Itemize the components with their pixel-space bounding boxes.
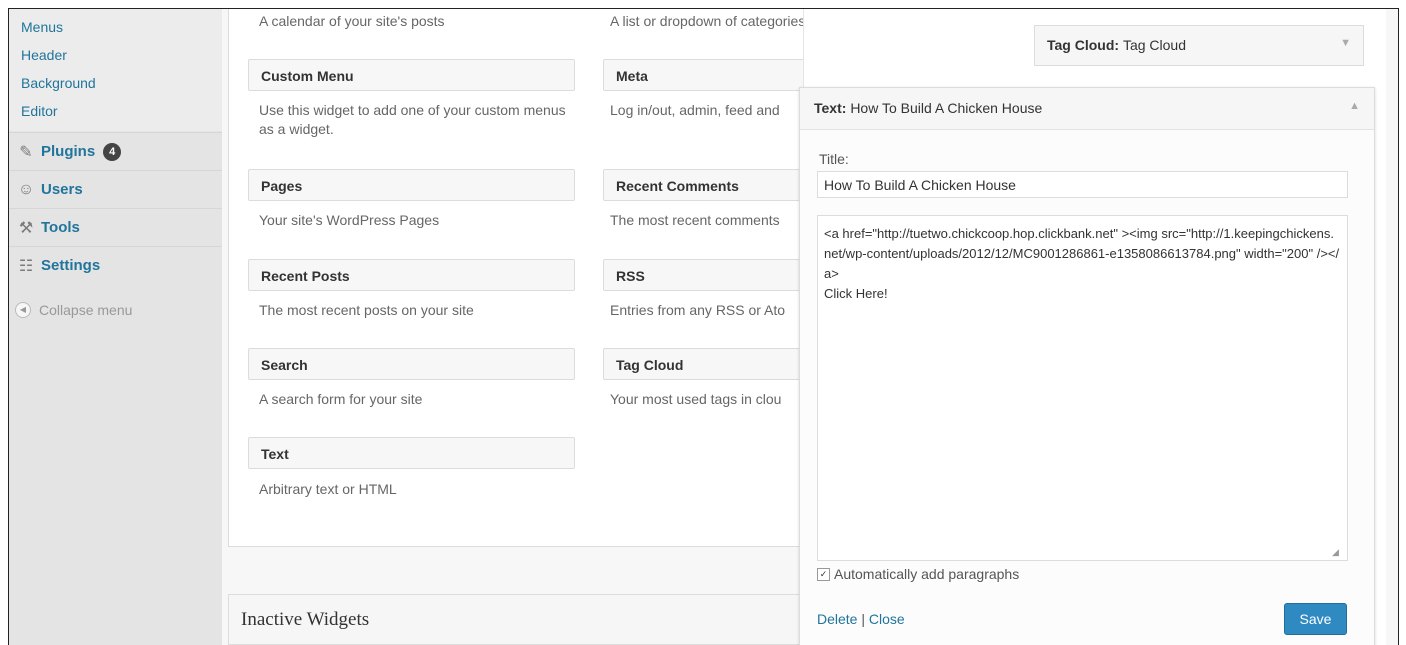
widget-title: Tag Cloud: Tag Cloud <box>1047 37 1186 53</box>
settings-icon: ☷ <box>18 257 34 275</box>
widget-description: A search form for your site <box>259 391 423 407</box>
auto-paragraph-option: ✓ Automatically add paragraphs <box>817 566 1019 582</box>
title-input[interactable]: How To Build A Chicken House <box>817 171 1348 198</box>
sidebar-item-label: Users <box>41 181 83 198</box>
widget-type-label: Text: <box>814 100 847 116</box>
widget-description: The most recent comments <box>610 212 780 228</box>
widget-description: A list or dropdown of categories <box>610 13 806 29</box>
inactive-widgets-title: Inactive Widgets <box>241 609 370 630</box>
tools-icon: ⚒ <box>18 219 34 237</box>
update-count-badge: 4 <box>103 142 122 161</box>
widget-search[interactable]: Search <box>248 348 575 380</box>
widget-description: Use this widget to add one of your custo… <box>259 102 566 137</box>
widget-text[interactable]: Text <box>248 437 575 469</box>
sidebar-item-settings[interactable]: ☷ Settings <box>9 246 222 284</box>
collapse-menu-button[interactable]: ◀ Collapse menu <box>9 297 132 323</box>
widget-control-links: Delete | Close <box>817 611 905 627</box>
widget-description: Entries from any RSS or Ato <box>610 302 786 318</box>
title-label: Title: <box>819 151 849 167</box>
widget-title: Text: How To Build A Chicken House <box>814 100 1042 116</box>
widget-description: Arbitrary text or HTML <box>259 481 397 497</box>
sidebar-item-tools[interactable]: ⚒ Tools <box>9 208 222 246</box>
widget-custom-menu[interactable]: Custom Menu <box>248 59 575 91</box>
widget-description: Your most used tags in clou <box>610 391 782 407</box>
chevron-down-icon[interactable]: ▼ <box>1340 37 1351 49</box>
submenu-item-menus[interactable]: Menus <box>21 19 63 35</box>
screen-frame: Menus Header Background Editor ✎ Plugins… <box>8 8 1399 645</box>
sidebar-item-label: Plugins <box>41 143 96 160</box>
widget-instance-title: Tag Cloud <box>1122 37 1186 53</box>
widget-recent-posts[interactable]: Recent Posts <box>248 259 575 291</box>
submenu-item-editor[interactable]: Editor <box>21 103 58 119</box>
auto-paragraph-label: Automatically add paragraphs <box>834 566 1020 582</box>
sidebar-item-users[interactable]: ☺ Users <box>9 170 222 208</box>
widget-instance-title: How To Build A Chicken House <box>850 100 1043 116</box>
plug-icon: ✎ <box>19 143 33 161</box>
widget-tag-cloud-placed[interactable]: Tag Cloud: Tag Cloud ▼ <box>1034 25 1364 66</box>
widget-type-label: Tag Cloud: <box>1047 37 1120 53</box>
admin-sidebar: Menus Header Background Editor ✎ Plugins… <box>9 9 222 645</box>
submenu-item-header[interactable]: Header <box>21 47 67 63</box>
widget-description: A calendar of your site's posts <box>259 13 445 29</box>
sidebar-item-label: Tools <box>41 219 80 236</box>
widget-description: Log in/out, admin, feed and <box>610 102 780 118</box>
collapse-menu-label: Collapse menu <box>39 302 133 318</box>
widget-pages[interactable]: Pages <box>248 169 575 201</box>
sidebar-item-plugins[interactable]: ✎ Plugins 4 <box>9 132 222 170</box>
text-widget-editor: Text: How To Build A Chicken House ▲ Tit… <box>799 87 1375 645</box>
users-icon: ☺ <box>17 180 35 198</box>
close-link[interactable]: Close <box>869 611 905 627</box>
collapse-arrow-icon: ◀ <box>15 302 31 318</box>
widget-description: The most recent posts on your site <box>259 302 474 318</box>
delete-link[interactable]: Delete <box>817 611 857 627</box>
auto-paragraph-checkbox[interactable]: ✓ <box>817 567 830 581</box>
appearance-submenu: Menus Header Background Editor <box>9 9 222 131</box>
widget-content-textarea[interactable]: <a href="http://tuetwo.chickcoop.hop.cli… <box>817 215 1348 561</box>
text-widget-header[interactable]: Text: How To Build A Chicken House ▲ <box>800 88 1374 130</box>
save-button[interactable]: Save <box>1284 603 1347 635</box>
chevron-up-icon[interactable]: ▲ <box>1349 100 1360 112</box>
widget-description: Your site's WordPress Pages <box>259 212 440 228</box>
submenu-item-background[interactable]: Background <box>21 75 96 91</box>
link-separator: | <box>861 611 865 627</box>
sidebar-item-label: Settings <box>41 257 101 274</box>
